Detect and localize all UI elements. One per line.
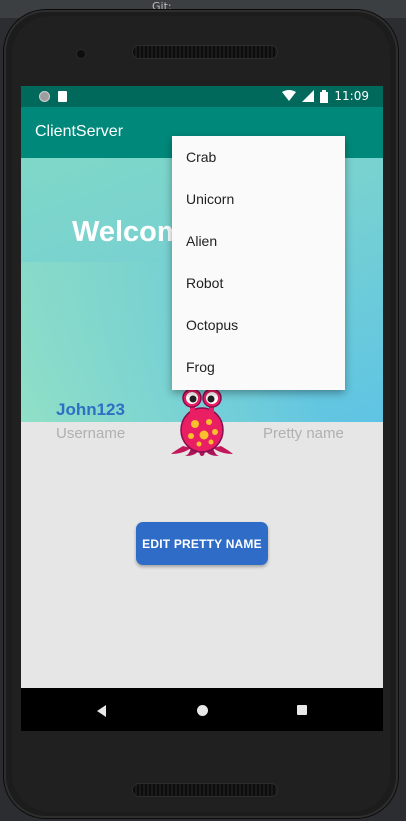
front-camera-icon <box>77 50 85 58</box>
edit-pretty-name-button[interactable]: EDIT PRETTY NAME <box>136 522 268 565</box>
home-icon[interactable] <box>197 705 208 716</box>
wifi-icon <box>282 90 297 101</box>
menu-item-robot[interactable]: Robot <box>172 262 345 304</box>
navigation-bar <box>21 688 383 731</box>
top-speaker <box>133 46 277 58</box>
sd-card-icon <box>58 91 67 102</box>
username-value: John123 <box>56 400 125 419</box>
menu-item-alien[interactable]: Alien <box>172 220 345 262</box>
username-label: Username <box>56 425 126 442</box>
device-screen: 11:09 ClientServer Welcom John123 Userna… <box>21 86 383 731</box>
battery-icon <box>320 89 329 103</box>
status-time: 11:09 <box>334 89 369 103</box>
menu-item-octopus[interactable]: Octopus <box>172 304 345 346</box>
signal-icon <box>302 90 315 102</box>
status-bar: 11:09 <box>21 86 383 107</box>
recents-icon[interactable] <box>297 705 307 715</box>
notification-dot-icon <box>39 91 50 102</box>
back-icon[interactable] <box>97 705 106 717</box>
pretty-name-label: Pretty name <box>263 425 344 442</box>
bottom-speaker <box>133 784 277 796</box>
menu-item-frog[interactable]: Frog <box>172 346 345 388</box>
alien-avatar-icon[interactable] <box>169 388 235 456</box>
menu-item-crab[interactable]: Crab <box>172 136 345 178</box>
menu-item-unicorn[interactable]: Unicorn <box>172 178 345 220</box>
avatar-dropdown-menu: Crab Unicorn Alien Robot Octopus Frog <box>172 136 345 390</box>
app-title: ClientServer <box>35 123 124 140</box>
welcome-text: Welcom <box>72 216 183 248</box>
